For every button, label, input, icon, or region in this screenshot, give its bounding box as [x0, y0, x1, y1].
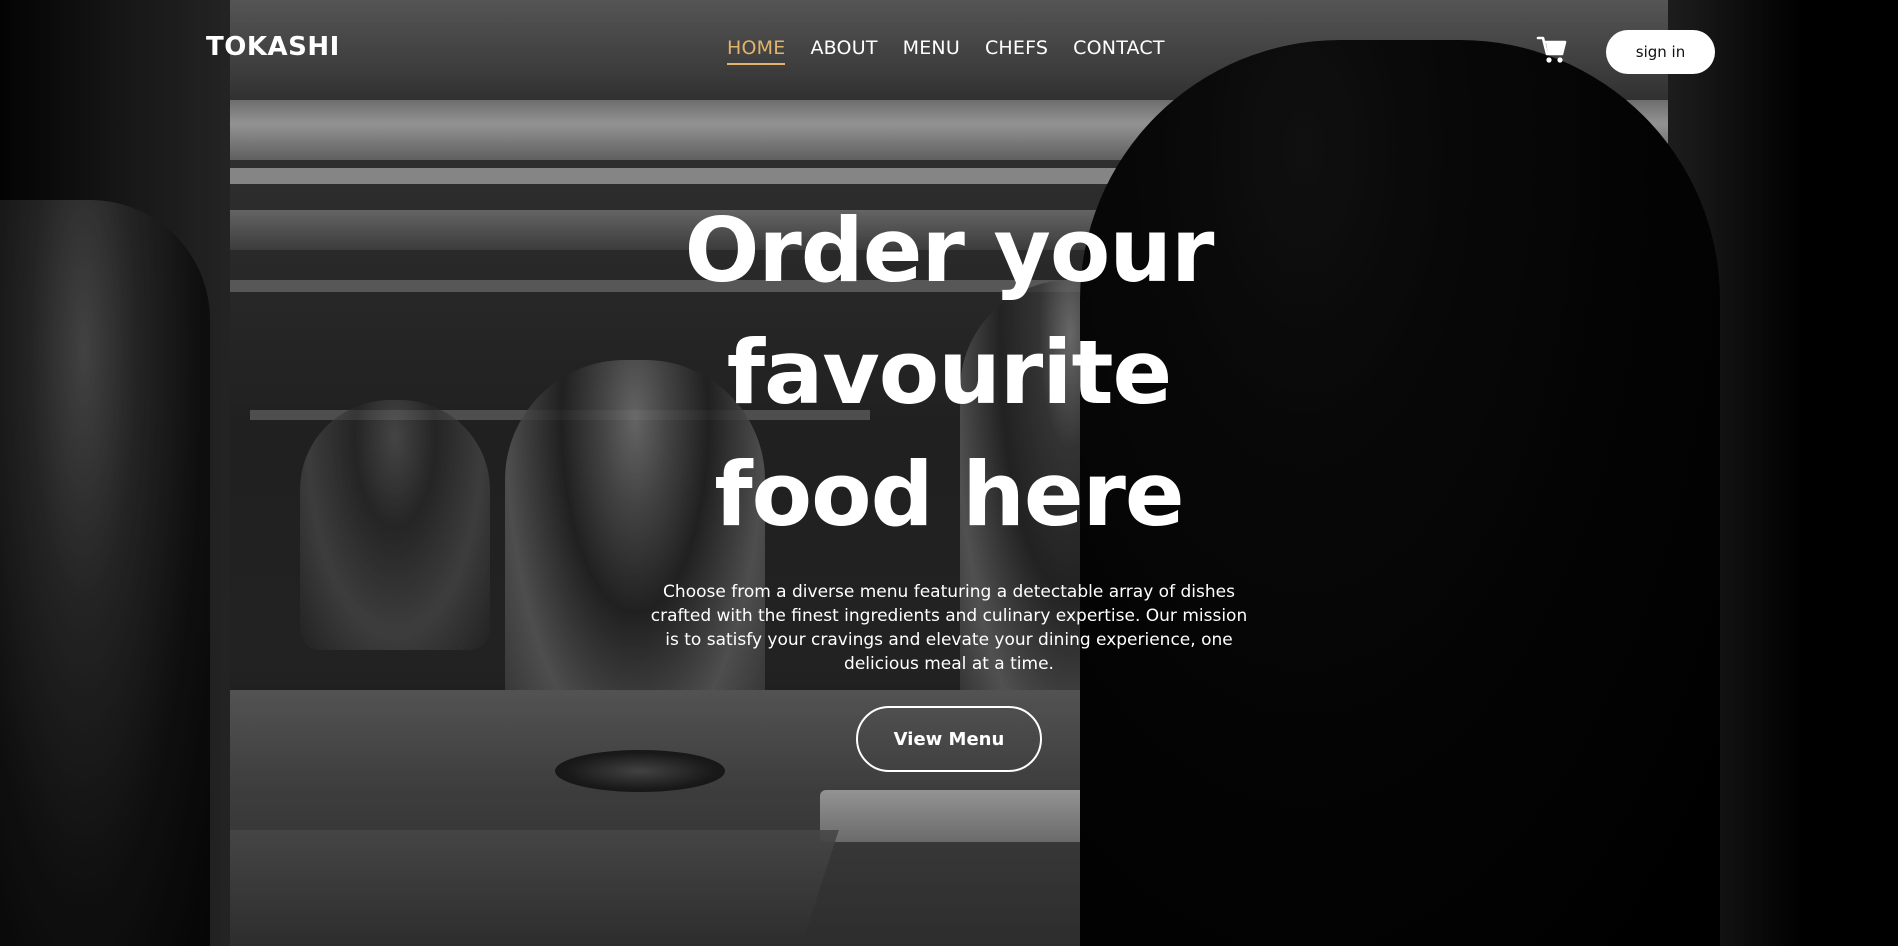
nav-chefs[interactable]: CHEFS	[985, 37, 1048, 65]
hero-title-line-1: Order your	[684, 199, 1215, 302]
hero-title-line-3: food here	[714, 443, 1184, 546]
brand-logo[interactable]: TOKASHI	[206, 32, 340, 62]
nav-menu[interactable]: MENU	[903, 37, 960, 65]
main-nav: HOME ABOUT MENU CHEFS CONTACT	[727, 37, 1165, 65]
view-menu-button[interactable]: View Menu	[856, 706, 1042, 772]
cart-icon-svg	[1536, 36, 1567, 63]
nav-home[interactable]: HOME	[727, 37, 786, 65]
sign-in-button[interactable]: sign in	[1606, 30, 1715, 74]
cart-icon[interactable]	[1536, 34, 1568, 66]
hero-description: Choose from a diverse menu featuring a d…	[650, 582, 1248, 674]
nav-contact[interactable]: CONTACT	[1073, 37, 1165, 65]
hero-title-line-2: favourite	[726, 321, 1172, 424]
nav-about[interactable]: ABOUT	[810, 37, 877, 65]
site-header: TOKASHI HOME ABOUT MENU CHEFS CONTACT si…	[0, 0, 1898, 104]
hero-section: Order your favourite food here Choose fr…	[0, 190, 1898, 772]
hero-title: Order your favourite food here	[0, 190, 1898, 556]
